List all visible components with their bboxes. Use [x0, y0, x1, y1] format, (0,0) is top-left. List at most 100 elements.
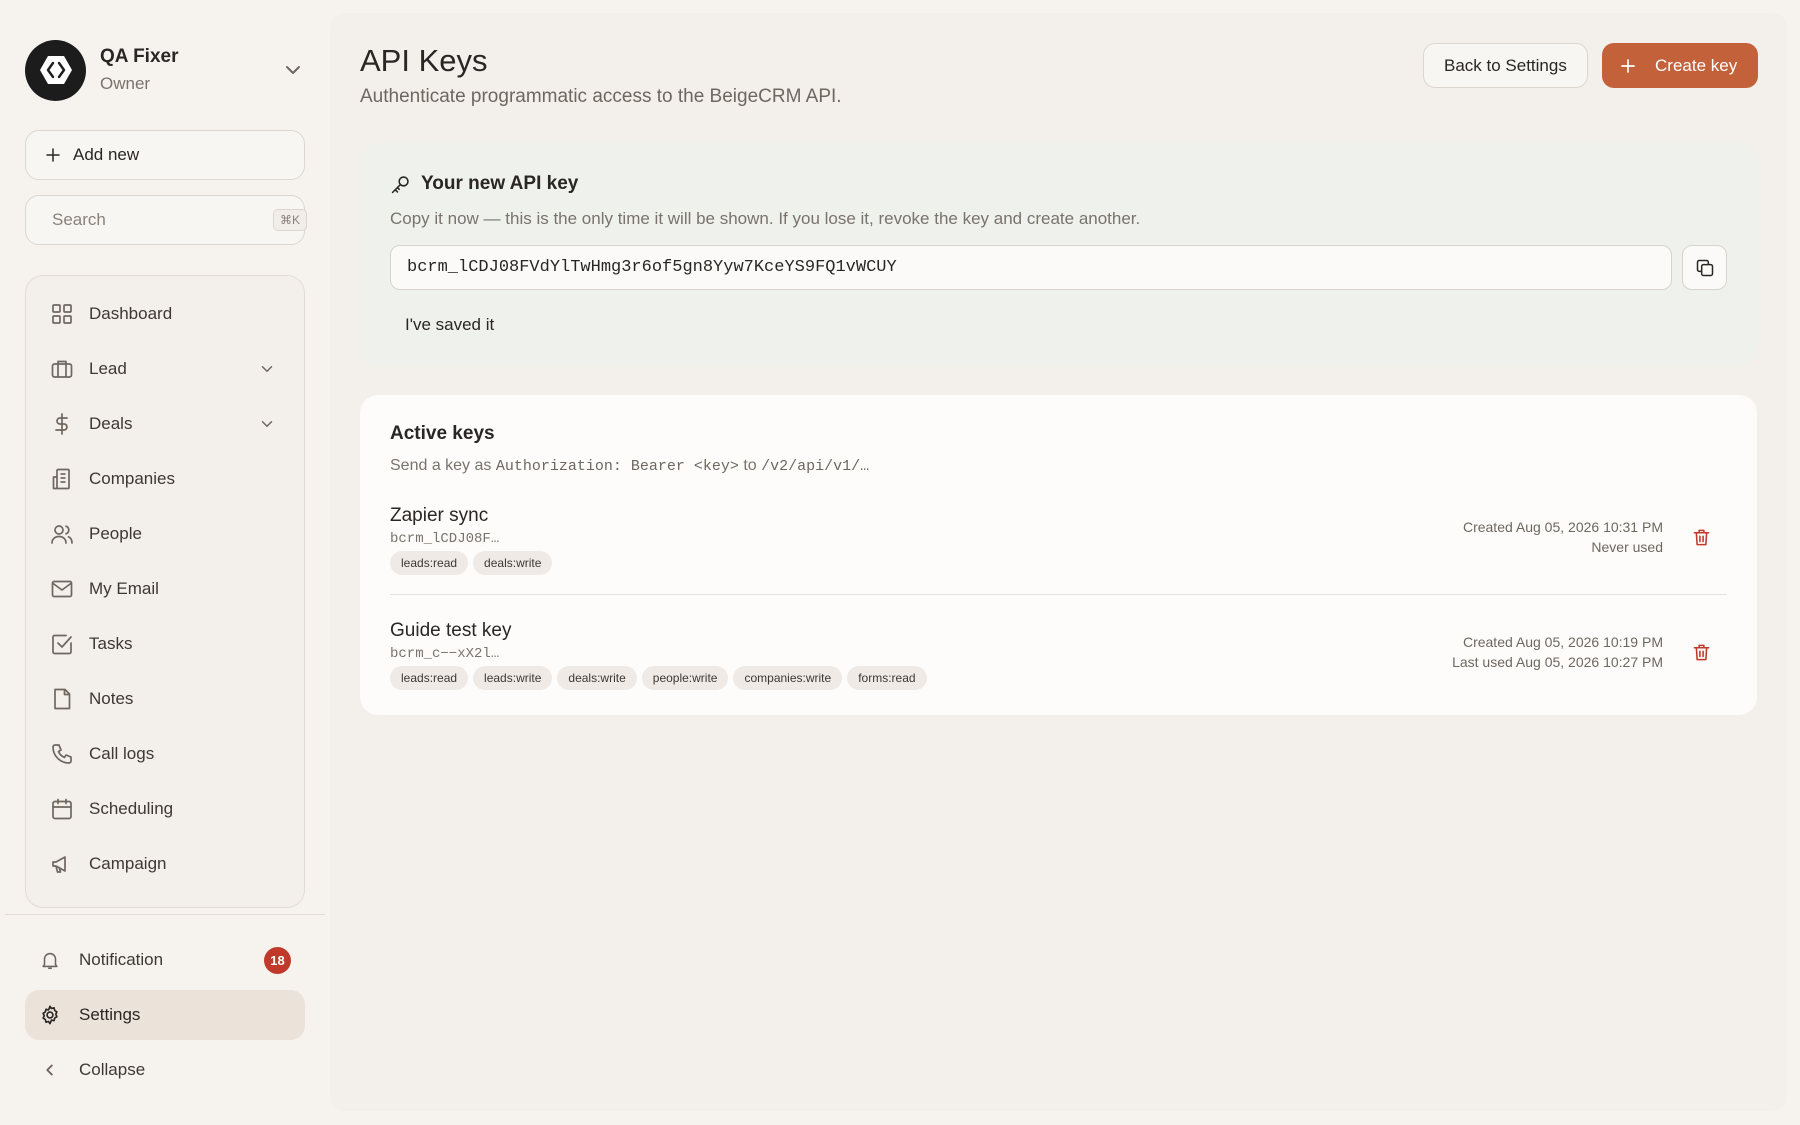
active-keys-card: Active keys Send a key as Authorization:…	[360, 395, 1757, 715]
saved-it-button[interactable]: I've saved it	[390, 305, 509, 345]
search-box[interactable]: ⌘K	[25, 195, 308, 245]
task-check-icon	[52, 634, 72, 654]
new-key-title: Your new API key	[421, 173, 579, 194]
sidebar-item-my-email[interactable]: My Email	[26, 561, 304, 616]
account-role: Owner	[100, 74, 151, 93]
key-prefix: bcrm_lCDJ08F…	[390, 531, 500, 547]
api-key-field[interactable]	[390, 245, 1672, 290]
plus-icon	[1621, 58, 1635, 73]
gear-icon	[42, 1005, 58, 1025]
create-key-button[interactable]: Create key	[1602, 43, 1758, 88]
scope-chip: leads:write	[473, 666, 553, 690]
sidebar-item-scheduling[interactable]: Scheduling	[26, 781, 304, 836]
sidebar-item-label: Lead	[89, 358, 127, 378]
notification-badge: 18	[264, 946, 291, 974]
chevron-left-icon	[46, 1064, 53, 1076]
add-new-label: Add new	[73, 145, 140, 164]
sidebar-item-label: Scheduling	[89, 798, 174, 818]
sidebar-item-tasks[interactable]: Tasks	[26, 616, 304, 671]
active-keys-description: Send a key as Authorization: Bearer <key…	[390, 457, 869, 475]
delete-key-button[interactable]	[1687, 523, 1715, 551]
key-name: Guide test key	[390, 620, 512, 641]
note-icon	[54, 688, 71, 709]
key-usage: Last used Aug 05, 2026 10:27 PM	[1452, 654, 1663, 670]
scope-chip: forms:read	[847, 666, 927, 690]
sidebar-item-notification[interactable]: Notification 18	[25, 935, 305, 985]
bell-icon	[42, 952, 58, 970]
back-to-settings-button[interactable]: Back to Settings	[1423, 43, 1588, 88]
sidebar-item-label: Campaign	[89, 853, 167, 873]
auth-header-code: Authorization: Bearer <key>	[495, 458, 739, 475]
sidebar-item-label: Settings	[79, 1005, 141, 1024]
main-panel: API Keys Authenticate programmatic acces…	[330, 13, 1787, 1111]
sidebar-item-notes[interactable]: Notes	[26, 671, 304, 726]
add-new-button[interactable]: Add new	[25, 130, 305, 180]
collapse-button[interactable]: Collapse	[25, 1045, 305, 1095]
copy-icon	[1696, 259, 1713, 276]
chevron-down-icon[interactable]	[258, 415, 276, 433]
account-switcher[interactable]: QA Fixer Owner	[25, 39, 305, 101]
delete-key-button[interactable]	[1687, 638, 1715, 666]
key-row: Guide test key bcrm_c−−xX2l… leads:read …	[390, 610, 1727, 710]
key-icon	[391, 175, 409, 193]
new-api-key-card: Your new API key Copy it now — this is t…	[360, 143, 1757, 365]
key-meta: Created Aug 05, 2026 10:31 PM Never used	[1463, 517, 1663, 557]
divider	[5, 914, 325, 915]
sidebar-item-label: My Email	[89, 578, 159, 598]
megaphone-icon	[52, 855, 66, 873]
key-created: Created Aug 05, 2026 10:31 PM	[1462, 519, 1663, 535]
page-title: API Keys	[360, 43, 488, 78]
create-key-label: Create key	[1655, 55, 1738, 75]
sidebar-item-label: Deals	[89, 413, 133, 433]
sidebar-item-label: Notification	[79, 950, 164, 969]
calendar-icon	[52, 798, 72, 819]
sidebar-item-deals[interactable]: Deals	[26, 396, 304, 451]
sidebar-item-label: Notes	[89, 688, 134, 708]
sidebar-item-label: Tasks	[89, 633, 133, 653]
key-usage: Never used	[1591, 539, 1663, 555]
chevron-down-icon[interactable]	[258, 360, 276, 378]
page-subtitle: Authenticate programmatic access to the …	[360, 86, 842, 107]
new-key-heading: Your new API key	[390, 173, 578, 195]
sidebar-item-lead[interactable]: Lead	[26, 341, 304, 396]
scope-chip: deals:write	[473, 551, 553, 575]
dollar-icon	[55, 412, 68, 435]
mail-icon	[51, 580, 73, 597]
active-keys-title: Active keys	[390, 423, 495, 444]
sidebar-item-label: Dashboard	[89, 303, 173, 323]
sidebar-item-label: Companies	[89, 468, 175, 488]
briefcase-icon	[51, 360, 73, 378]
building-icon	[52, 468, 70, 489]
plus-icon	[46, 148, 60, 162]
sidebar-item-settings[interactable]: Settings	[25, 990, 305, 1040]
key-name: Zapier sync	[390, 505, 489, 526]
trash-icon	[1693, 529, 1709, 545]
sidebar-item-label: People	[89, 523, 142, 543]
sidebar-item-dashboard[interactable]: Dashboard	[26, 286, 304, 341]
sidebar-item-label: Call logs	[89, 743, 155, 763]
scope-chip: leads:read	[390, 551, 469, 575]
sidebar-item-companies[interactable]: Companies	[26, 451, 304, 506]
scope-list: leads:read deals:write	[390, 551, 553, 575]
sidebar-nav: Dashboard Lead Deals Companies People My…	[25, 275, 305, 908]
key-prefix: bcrm_c−−xX2l…	[390, 646, 500, 662]
sidebar-item-call-logs[interactable]: Call logs	[26, 726, 304, 781]
account-name: QA Fixer	[100, 46, 179, 67]
copy-button[interactable]	[1682, 245, 1727, 290]
scope-chip: leads:read	[390, 666, 469, 690]
shortcut-hint: ⌘K	[273, 209, 308, 231]
scope-chip: companies:write	[733, 666, 843, 690]
scope-list: leads:read leads:write deals:write peopl…	[390, 666, 927, 690]
dashboard-icon	[52, 303, 72, 324]
key-row: Zapier sync bcrm_lCDJ08F… leads:read dea…	[390, 495, 1727, 595]
key-meta: Created Aug 05, 2026 10:19 PM Last used …	[1452, 632, 1663, 672]
search-input[interactable]	[52, 210, 273, 230]
endpoint-code: /v2/api/v1/…	[761, 458, 870, 475]
logo-icon	[39, 56, 72, 84]
sidebar-item-campaign[interactable]: Campaign	[26, 836, 304, 891]
scope-chip: deals:write	[557, 666, 637, 690]
chevron-down-icon[interactable]	[281, 58, 305, 82]
phone-icon	[52, 743, 72, 764]
sidebar-item-people[interactable]: People	[26, 506, 304, 561]
key-created: Created Aug 05, 2026 10:19 PM	[1462, 634, 1663, 650]
